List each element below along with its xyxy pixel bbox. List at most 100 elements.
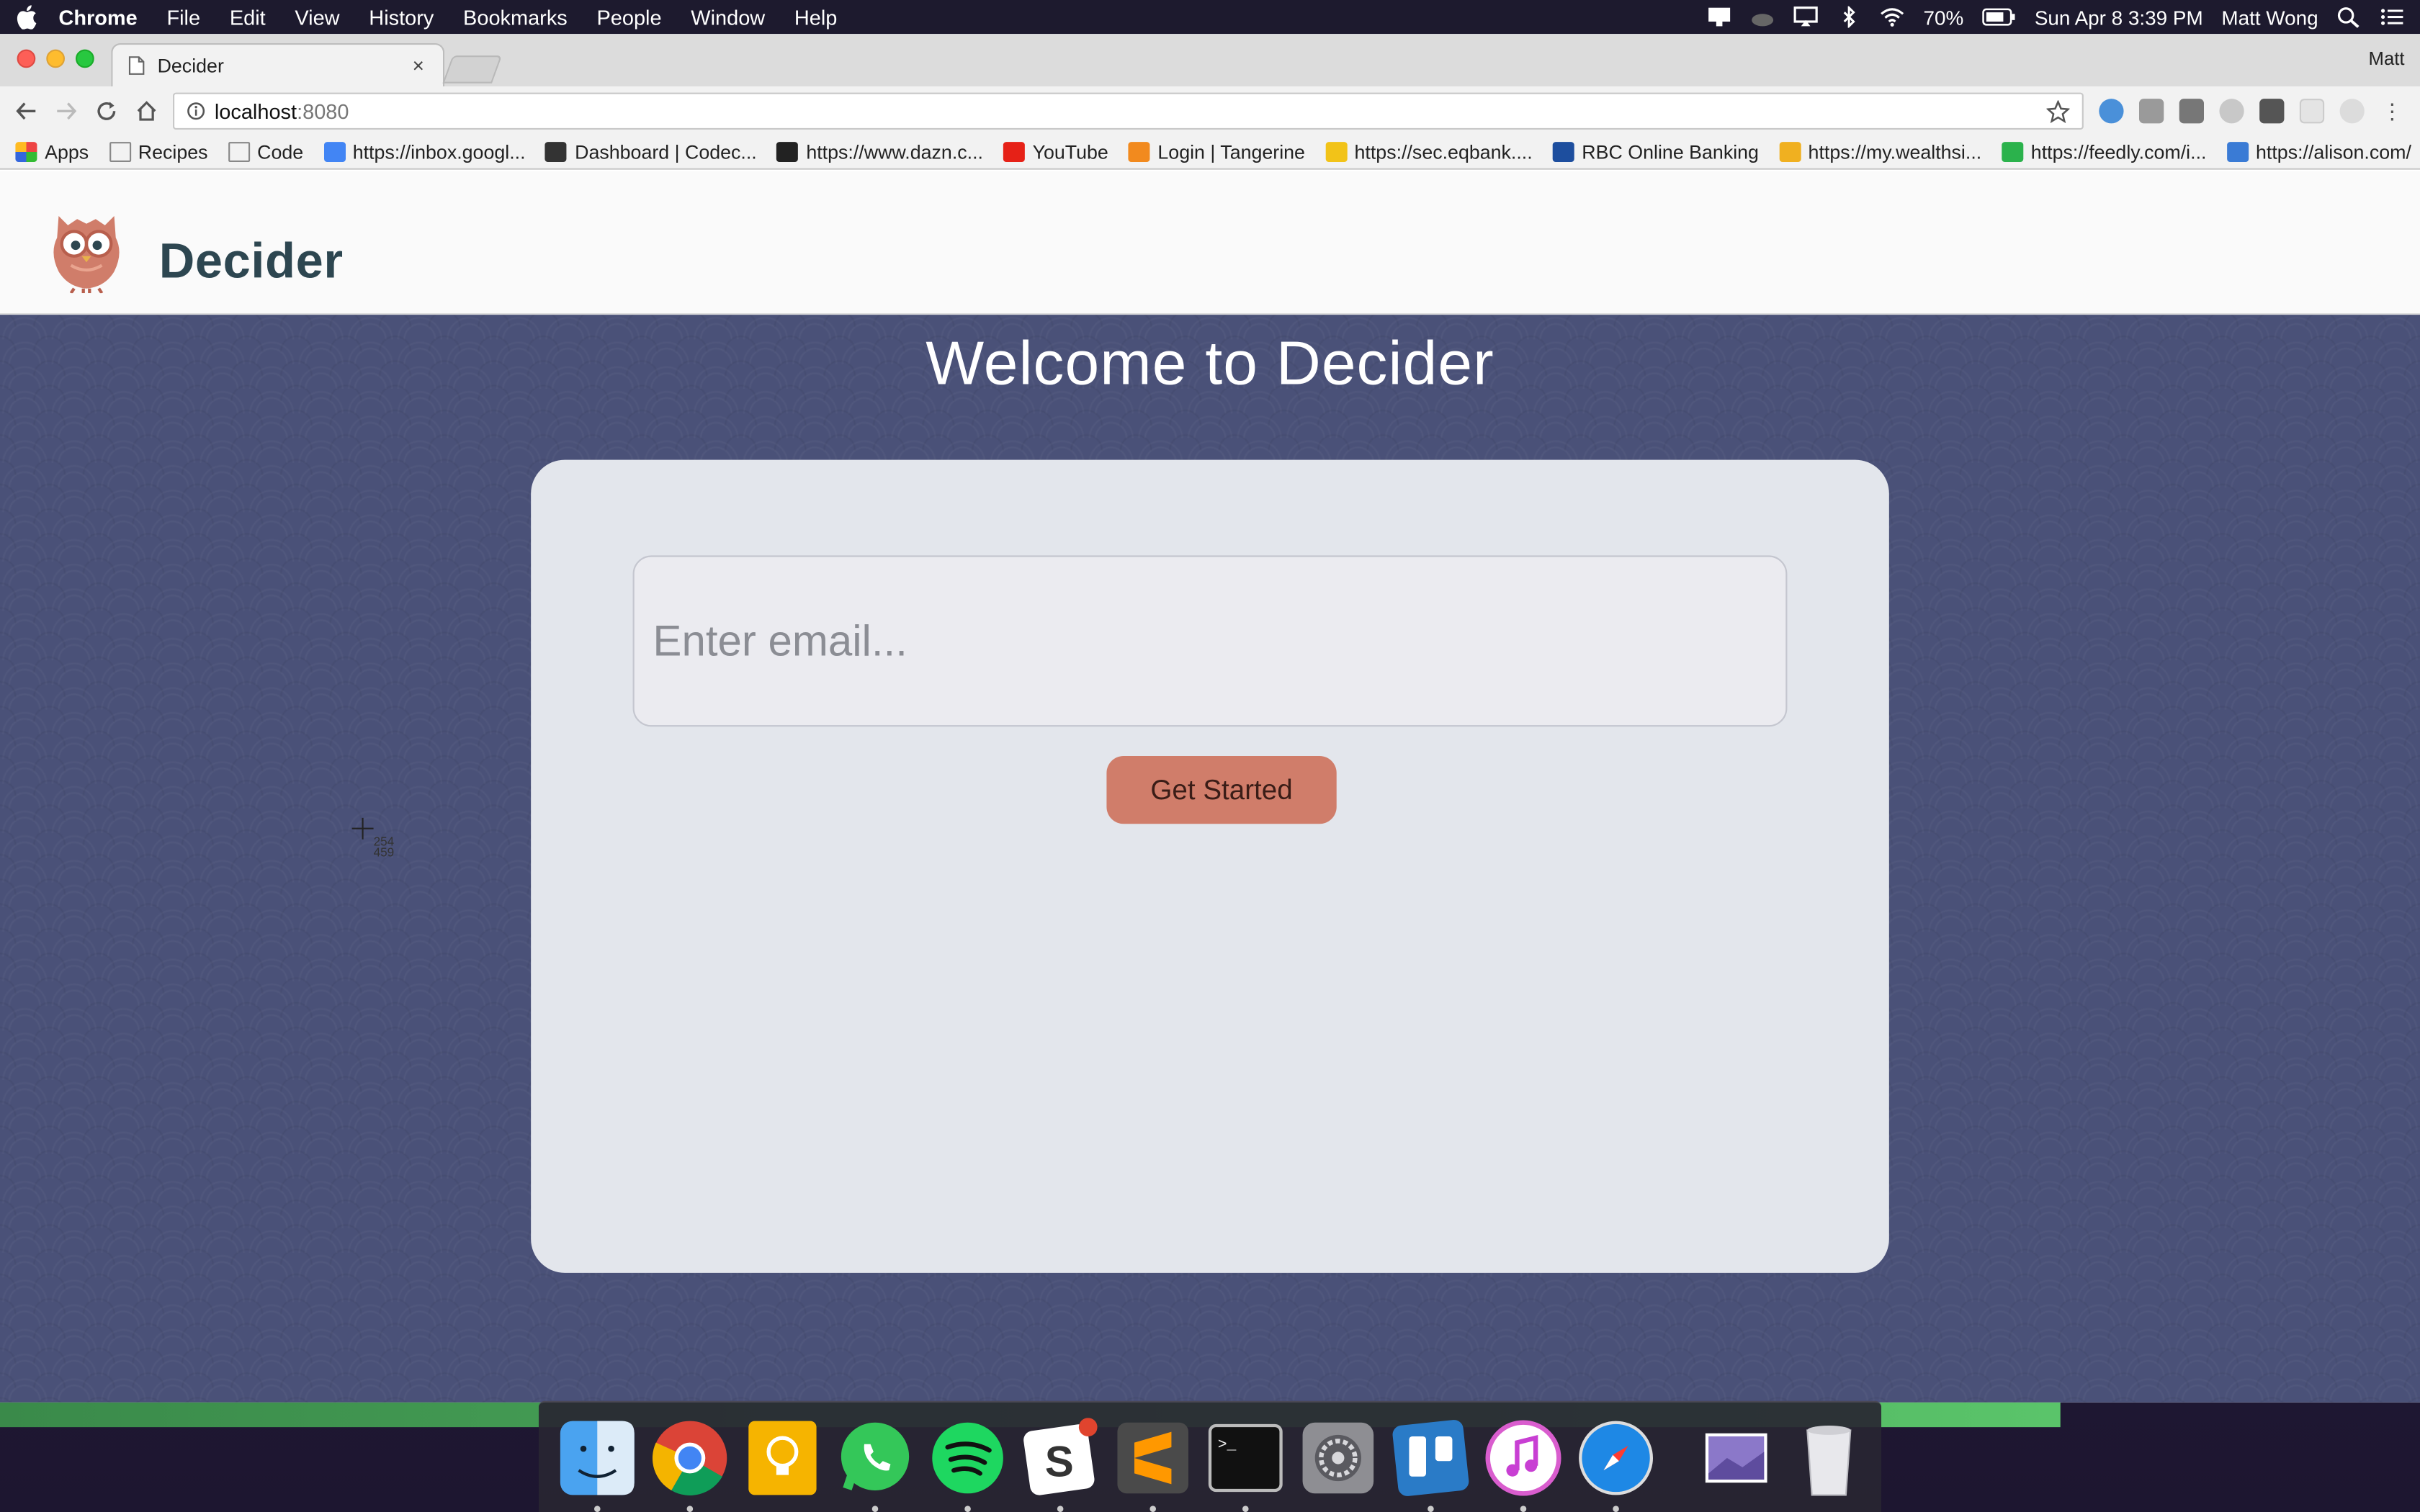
slack-icon[interactable]: S — [1020, 1417, 1100, 1511]
email-input[interactable] — [632, 555, 1788, 727]
terminal-icon[interactable]: >_ — [1206, 1417, 1286, 1511]
bookmark-label: Apps — [45, 141, 89, 163]
owl-logo-icon[interactable] — [43, 204, 130, 294]
menu-window[interactable]: Window — [691, 6, 765, 29]
eqbank-icon — [1325, 142, 1347, 162]
browser-toolbar: localhost:8080 ⋮ — [0, 86, 2420, 136]
tab-close-icon[interactable]: × — [409, 54, 428, 77]
clock[interactable]: Sun Apr 8 3:39 PM — [2035, 6, 2203, 29]
url-port: :8080 — [297, 99, 349, 123]
display-icon[interactable] — [1707, 6, 1731, 28]
rbc-icon — [1552, 142, 1574, 162]
wealthsimple-icon — [1778, 142, 1801, 162]
svg-text:S: S — [1045, 1437, 1074, 1485]
menu-people[interactable]: People — [596, 6, 661, 29]
finder-icon[interactable] — [557, 1417, 637, 1511]
extension-2-icon[interactable] — [2139, 99, 2164, 124]
bluetooth-icon[interactable] — [1837, 6, 1861, 28]
bookmark-item[interactable]: Login | Tangerine — [1128, 141, 1305, 163]
bookmark-item[interactable]: Apps — [15, 141, 89, 163]
spotlight-search-icon[interactable] — [2336, 6, 2361, 28]
bookmark-label: Login | Tangerine — [1157, 141, 1305, 163]
safari-icon[interactable] — [1576, 1417, 1656, 1511]
bookmark-label: https://my.wealthsi... — [1808, 141, 1982, 163]
reload-button[interactable] — [93, 97, 121, 125]
pocket-icon[interactable] — [2259, 99, 2285, 124]
spotify-icon[interactable] — [928, 1417, 1008, 1511]
cloud-icon[interactable] — [1750, 6, 1775, 28]
apps-grid-icon — [15, 142, 37, 162]
window-close-button[interactable] — [17, 49, 36, 68]
menu-edit[interactable]: Edit — [230, 6, 266, 29]
hero-section: Welcome to Decider Get Started 254 459 — [0, 315, 2420, 1403]
window-maximize-button[interactable] — [76, 49, 94, 68]
bookmark-item[interactable]: Recipes — [109, 141, 208, 163]
trash-icon[interactable] — [1789, 1417, 1869, 1497]
bookmarks-bar: Apps Recipes Code https://inbox.googl... Das… — [0, 135, 2420, 170]
codecademy-icon — [545, 142, 568, 162]
macos-dock: S >_ — [538, 1400, 1882, 1512]
new-tab-button[interactable] — [442, 55, 503, 84]
chrome-icon[interactable] — [650, 1417, 730, 1511]
menu-view[interactable]: View — [295, 6, 339, 29]
chrome-menu-icon[interactable]: ⋮ — [2380, 99, 2404, 123]
app-header: Decider — [0, 171, 2420, 315]
bookmark-item[interactable]: Dashboard | Codec... — [545, 141, 757, 163]
bookmark-item[interactable]: https://sec.eqbank.... — [1325, 141, 1533, 163]
menu-help[interactable]: Help — [794, 6, 837, 29]
bookmark-item[interactable]: https://my.wealthsi... — [1778, 141, 1982, 163]
bookmark-item[interactable]: https://feedly.com/i... — [2002, 141, 2206, 163]
system-preferences-icon[interactable] — [1298, 1417, 1378, 1497]
bookmark-label: Recipes — [138, 141, 208, 163]
welcome-heading: Welcome to Decider — [926, 330, 1494, 398]
extension-3-icon[interactable] — [2179, 99, 2204, 124]
sublime-icon[interactable] — [1113, 1417, 1193, 1511]
arrow-left-icon — [16, 102, 36, 120]
trello-icon[interactable] — [1391, 1417, 1471, 1511]
info-icon[interactable] — [187, 102, 205, 120]
notification-center-icon[interactable] — [2380, 6, 2404, 28]
bookmark-item[interactable]: https://www.dazn.c... — [776, 141, 983, 163]
extension-7-icon[interactable] — [2339, 99, 2365, 124]
downloads-stack-icon[interactable] — [1696, 1417, 1776, 1497]
home-button[interactable] — [133, 97, 161, 125]
screen: Chrome File Edit View History Bookmarks … — [0, 0, 2420, 1512]
menu-app-chrome[interactable]: Chrome — [58, 6, 137, 29]
bookmark-item[interactable]: Code — [228, 141, 303, 163]
address-bar[interactable]: localhost:8080 — [173, 92, 2084, 130]
brand-name[interactable]: Decider — [159, 233, 344, 290]
bookmark-item[interactable]: YouTube — [1003, 141, 1108, 163]
menu-bookmarks[interactable]: Bookmarks — [463, 6, 568, 29]
itunes-icon[interactable] — [1483, 1417, 1563, 1511]
inbox-icon — [323, 142, 346, 162]
menu-history[interactable]: History — [369, 6, 434, 29]
window-minimize-button[interactable] — [46, 49, 65, 68]
get-started-button[interactable]: Get Started — [1106, 756, 1337, 824]
svg-text:>_: >_ — [1218, 1436, 1237, 1453]
airplay-icon[interactable] — [1793, 6, 1819, 28]
extension-1-icon[interactable] — [2099, 99, 2124, 124]
wifi-icon[interactable] — [1880, 6, 1904, 28]
bookmark-item[interactable]: https://alison.com/ — [2226, 141, 2411, 163]
keep-icon[interactable] — [743, 1417, 823, 1497]
user-name[interactable]: Matt Wong — [2221, 6, 2318, 29]
forward-button[interactable] — [53, 97, 81, 125]
bookmark-item[interactable]: https://inbox.googl... — [323, 141, 526, 163]
profile-name[interactable]: Matt — [2369, 48, 2405, 69]
bookmark-star-icon[interactable] — [2046, 99, 2070, 123]
menu-file[interactable]: File — [166, 6, 200, 29]
menubar-status-area: 70% Sun Apr 8 3:39 PM Matt Wong — [1707, 6, 2404, 29]
youtube-icon — [1003, 142, 1025, 162]
bookmark-item[interactable]: RBC Online Banking — [1552, 141, 1759, 163]
apple-icon[interactable] — [15, 4, 37, 30]
back-button[interactable] — [12, 97, 40, 125]
bookmark-label: https://sec.eqbank.... — [1354, 141, 1533, 163]
page-viewport: Decider Welcome to Decider Get Started 2… — [0, 171, 2420, 1403]
skype-icon[interactable] — [2219, 99, 2244, 124]
battery-icon[interactable] — [1982, 6, 2016, 28]
whatsapp-icon[interactable] — [835, 1417, 915, 1511]
extension-6-icon[interactable] — [2299, 99, 2325, 124]
bookmark-label: YouTube — [1032, 141, 1108, 163]
bookmark-label: Dashboard | Codec... — [575, 141, 757, 163]
tab-decider[interactable]: Decider × — [111, 43, 445, 86]
